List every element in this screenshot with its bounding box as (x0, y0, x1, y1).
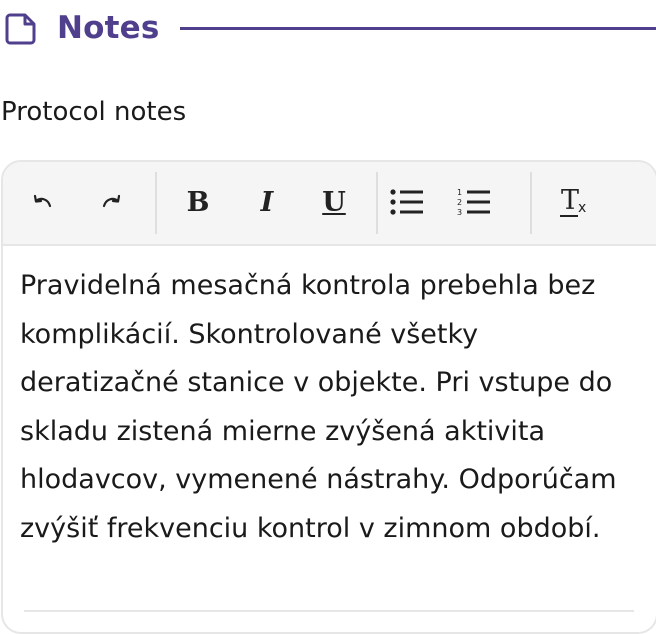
clear-formatting-button[interactable]: T x (551, 180, 595, 224)
notes-section-header: Notes (0, 0, 656, 58)
italic-button[interactable]: I (245, 180, 289, 224)
bold-button[interactable]: B (176, 180, 220, 224)
svg-text:1: 1 (457, 188, 462, 197)
redo-icon (102, 194, 121, 208)
clear-formatting-sub: x (578, 200, 587, 216)
svg-text:2: 2 (457, 198, 462, 207)
clear-formatting-underline (560, 215, 578, 217)
clear-formatting-icon: T x (558, 186, 588, 218)
editor-bottom-border (24, 610, 634, 612)
toolbar-separator (530, 172, 532, 234)
bold-label: B (186, 186, 210, 218)
rich-text-editor: B I U 1 2 3 T x Pravidelná mesačná kontr… (1, 160, 656, 634)
numbered-list-button[interactable]: 1 2 3 (452, 180, 496, 224)
italic-label: I (260, 186, 274, 218)
underline-label: U (322, 186, 346, 218)
bullet-list-icon (390, 189, 423, 215)
undo-icon (33, 194, 52, 208)
editor-toolbar: B I U 1 2 3 T x (3, 162, 656, 246)
redo-button[interactable] (89, 180, 133, 224)
header-divider (180, 27, 656, 30)
bullet-list-button[interactable] (385, 180, 429, 224)
underline-button[interactable]: U (312, 180, 356, 224)
clear-formatting-main: T (561, 185, 580, 216)
toolbar-separator (155, 172, 157, 234)
toolbar-separator (376, 172, 378, 234)
undo-button[interactable] (21, 180, 65, 224)
file-icon (5, 13, 36, 45)
section-title: Notes (57, 10, 160, 46)
protocol-notes-label: Protocol notes (1, 97, 187, 127)
svg-text:3: 3 (457, 208, 462, 217)
numbered-list-icon: 1 2 3 (457, 188, 490, 217)
editor-content[interactable]: Pravidelná mesačná kontrola prebehla bez… (20, 262, 635, 553)
